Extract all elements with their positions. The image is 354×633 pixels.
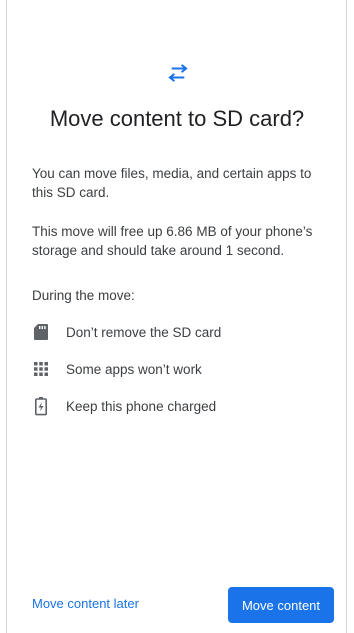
move-content-later-button[interactable]: Move content later <box>32 596 139 611</box>
during-move-label: During the move: <box>32 288 135 303</box>
sd-card-icon <box>32 322 50 342</box>
apps-grid-icon <box>32 359 50 379</box>
list-item-label: Some apps won’t work <box>66 361 202 377</box>
list-item-charged: Keep this phone charged <box>32 396 216 416</box>
description-text: You can move files, media, and certain a… <box>32 166 312 200</box>
swap-arrows-icon <box>168 64 188 82</box>
move-content-button[interactable]: Move content <box>228 587 334 623</box>
list-item-apps: Some apps won’t work <box>32 359 202 379</box>
list-item-label: Keep this phone charged <box>66 398 217 414</box>
page-title: Move content to SD card? <box>49 106 305 131</box>
storage-info-text: This move will free up 6.86 MB of your p… <box>32 224 313 258</box>
list-item-label: Don’t remove the SD card <box>66 324 222 340</box>
list-item-remove-sd: Don’t remove the SD card <box>32 322 221 342</box>
dialog-page <box>6 0 347 633</box>
battery-charging-icon <box>32 396 50 416</box>
